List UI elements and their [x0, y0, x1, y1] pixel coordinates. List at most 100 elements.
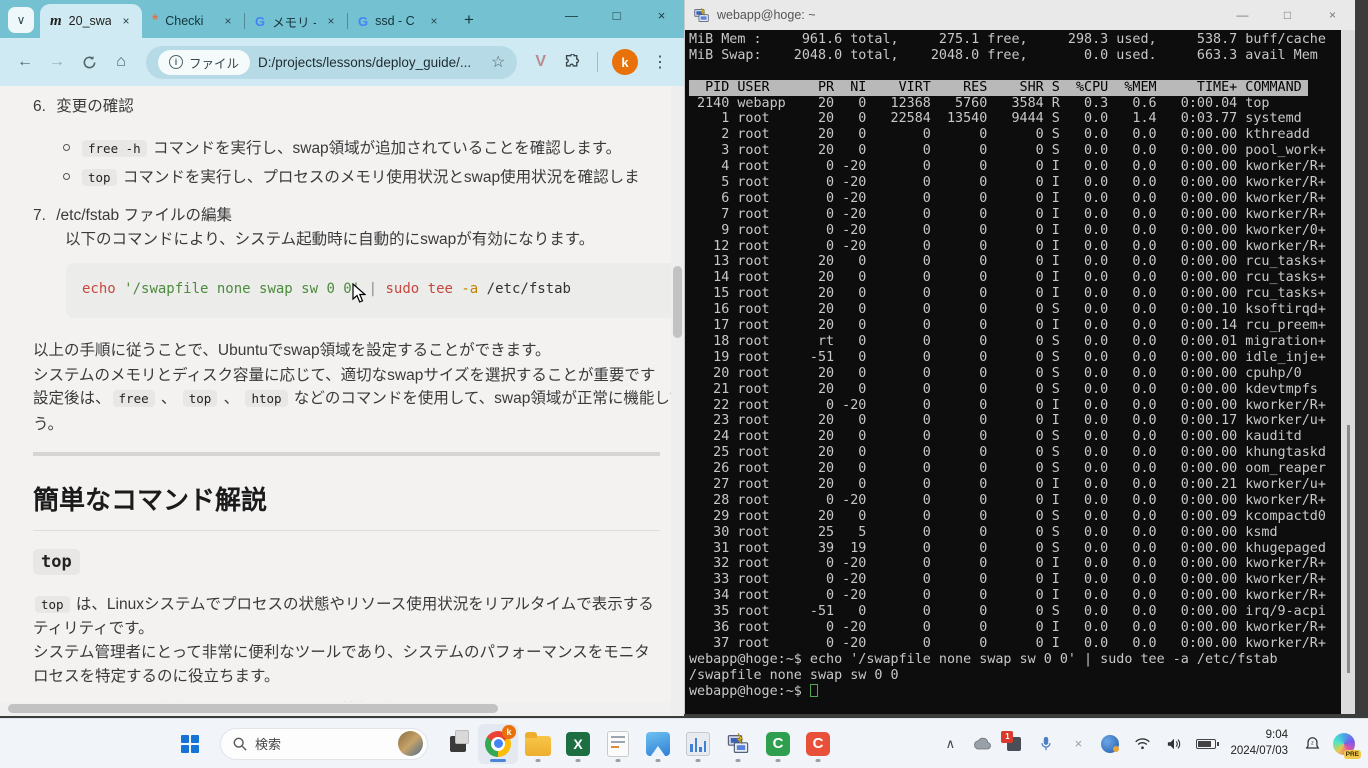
tab-ssd-search[interactable]: G ssd - C ×: [348, 4, 450, 38]
maximize-button[interactable]: □: [594, 0, 639, 30]
tab-checki[interactable]: * Checki ×: [142, 4, 244, 38]
tray-overflow-chevron[interactable]: ∧: [936, 726, 964, 762]
app-camtasia[interactable]: C: [758, 724, 798, 764]
site-info-label: ファイル: [189, 53, 239, 72]
wifi-icon[interactable]: [1128, 726, 1156, 762]
tray-app-notification[interactable]: 1: [1000, 726, 1028, 762]
command-output-line: /swapfile none swap sw 0 0: [689, 668, 1340, 684]
extension-v-icon[interactable]: V: [527, 53, 554, 71]
system-tray: ∧ 1 ×: [936, 726, 1358, 762]
battery-icon[interactable]: [1192, 726, 1220, 762]
app-recorder[interactable]: C: [798, 724, 838, 764]
browser-menu-icon[interactable]: ⋮: [646, 52, 674, 72]
volume-icon[interactable]: [1160, 726, 1188, 762]
process-row: 5 root 0 -20 0 0 0 I 0.0 0.0 0:00.00 kwo…: [689, 175, 1340, 191]
process-row: 21 root 20 0 0 0 0 S 0.0 0.0 0:00.00 kde…: [689, 382, 1340, 398]
terminal-window-controls: — □ ×: [1220, 0, 1355, 30]
browser-window: ∨ m 20_swa × * Checki × G メモリ - × G ssd …: [0, 0, 684, 716]
terminal-cursor: [810, 684, 818, 697]
running-indicator: [616, 759, 621, 762]
url-text[interactable]: D:/projects/lessons/deploy_guide/...: [258, 55, 483, 70]
terminal-titlebar[interactable]: webapp@hoge: ~ — □ ×: [685, 0, 1355, 30]
battery-shape: [1196, 739, 1216, 749]
active-indicator: [490, 759, 506, 762]
putty-icon: [726, 732, 750, 756]
new-tab-button[interactable]: +: [456, 7, 482, 33]
process-row: 24 root 20 0 0 0 0 S 0.0 0.0 0:00.00 kau…: [689, 429, 1340, 445]
running-indicator: [776, 759, 781, 762]
markdown-icon: m: [50, 13, 62, 30]
tab-memory-search[interactable]: G メモリ - ×: [245, 4, 347, 38]
app-chrome[interactable]: k: [478, 724, 518, 764]
tray-sphere-icon[interactable]: [1096, 726, 1124, 762]
tab-20-swap[interactable]: m 20_swa ×: [40, 4, 142, 38]
horizontal-scrollbar-thumb[interactable]: [8, 704, 498, 713]
address-bar[interactable]: i ファイル D:/projects/lessons/deploy_guide/…: [146, 46, 517, 79]
code-token: [478, 281, 486, 297]
close-button[interactable]: ×: [1310, 0, 1355, 30]
list-item-title: /etc/fstab ファイルの編集: [56, 207, 232, 224]
vertical-scrollbar-track[interactable]: [671, 86, 684, 716]
maximize-button[interactable]: □: [1265, 0, 1310, 30]
process-row: 17 root 20 0 0 0 0 I 0.0 0.0 0:00.14 rcu…: [689, 318, 1340, 334]
app-putty[interactable]: [718, 724, 758, 764]
shell-command-line: webapp@hoge:~$ echo '/swapfile none swap…: [689, 652, 1340, 668]
app-file-explorer[interactable]: [518, 724, 558, 764]
reload-button[interactable]: [74, 47, 104, 77]
forward-button[interactable]: →: [42, 47, 72, 77]
profile-avatar[interactable]: k: [612, 49, 638, 75]
code-token: |: [369, 281, 377, 297]
app-desktops[interactable]: [438, 724, 478, 764]
vertical-scrollbar-thumb[interactable]: [673, 266, 682, 338]
clock-time: 9:04: [1230, 728, 1288, 744]
code-line: echo '/swapfile none swap sw 0 0' | sudo…: [82, 281, 571, 297]
terminal-scrollbar-thumb[interactable]: [1347, 425, 1350, 673]
info-icon: i: [169, 55, 183, 69]
bullet-item-free: free -h コマンドを実行し、swap領域が追加されていることを確認します。: [63, 136, 621, 158]
process-row: 26 root 20 0 0 0 0 S 0.0 0.0 0:00.00 oom…: [689, 461, 1340, 477]
microphone-icon[interactable]: [1032, 726, 1060, 762]
tab-label: 20_swa: [69, 14, 111, 28]
minimize-button[interactable]: —: [1220, 0, 1265, 30]
tray-x-icon[interactable]: ×: [1064, 726, 1092, 762]
tab-search-button[interactable]: ∨: [8, 7, 34, 33]
extensions-puzzle-icon[interactable]: [556, 54, 589, 71]
tab-close-icon[interactable]: ×: [220, 13, 236, 29]
taskbar-search[interactable]: 検索: [220, 728, 428, 760]
onedrive-cloud-icon[interactable]: [968, 726, 996, 762]
close-button[interactable]: ×: [639, 0, 684, 30]
app-notepad[interactable]: [598, 724, 638, 764]
home-button[interactable]: ⌂: [106, 47, 136, 77]
inline-code: top: [183, 390, 218, 407]
start-button[interactable]: [170, 724, 210, 764]
tab-close-icon[interactable]: ×: [323, 13, 339, 29]
taskbar: 検索 k X: [0, 718, 1368, 768]
text-segment: は、Linuxシステムでプロセスの状態やリソース使用状況をリアルタイムで表示する: [72, 596, 654, 613]
back-button[interactable]: ←: [10, 47, 40, 77]
process-row: 30 root 25 5 0 0 0 S 0.0 0.0 0:00.00 ksm…: [689, 525, 1340, 541]
terminal-output[interactable]: MiB Mem : 961.6 total, 275.1 free, 298.3…: [689, 32, 1340, 714]
process-row: 31 root 39 19 0 0 0 S 0.0 0.0 0:00.00 kh…: [689, 541, 1340, 557]
process-row: 7 root 0 -20 0 0 0 I 0.0 0.0 0:00.00 kwo…: [689, 207, 1340, 223]
bookmark-star-icon[interactable]: ☆: [491, 52, 505, 72]
app-performance-monitor[interactable]: [678, 724, 718, 764]
process-row: 16 root 20 0 0 0 0 S 0.0 0.0 0:00.10 kso…: [689, 302, 1340, 318]
search-highlight-image[interactable]: [398, 731, 423, 756]
copilot-button[interactable]: PRE: [1330, 726, 1358, 762]
minimize-button[interactable]: —: [549, 0, 594, 30]
inline-code: htop: [245, 390, 287, 407]
inline-code: free -h: [82, 140, 147, 157]
reload-icon: [82, 55, 97, 70]
process-row: 32 root 0 -20 0 0 0 I 0.0 0.0 0:00.00 kw…: [689, 556, 1340, 572]
site-info-chip[interactable]: i ファイル: [158, 50, 250, 75]
process-row: 12 root 0 -20 0 0 0 I 0.0 0.0 0:00.00 kw…: [689, 239, 1340, 255]
tab-close-icon[interactable]: ×: [426, 13, 442, 29]
section-heading: 簡単なコマンド解説: [33, 480, 660, 531]
app-excel[interactable]: X: [558, 724, 598, 764]
tab-close-icon[interactable]: ×: [118, 13, 134, 29]
taskbar-clock[interactable]: 9:04 2024/07/03: [1224, 728, 1294, 759]
app-photos[interactable]: [638, 724, 678, 764]
code-block: echo '/swapfile none swap sw 0 0' | sudo…: [66, 263, 684, 318]
notifications-bell[interactable]: z: [1298, 726, 1326, 762]
top-process-table: 2140 webapp 20 0 12368 5760 3584 R 0.3 0…: [689, 96, 1340, 652]
